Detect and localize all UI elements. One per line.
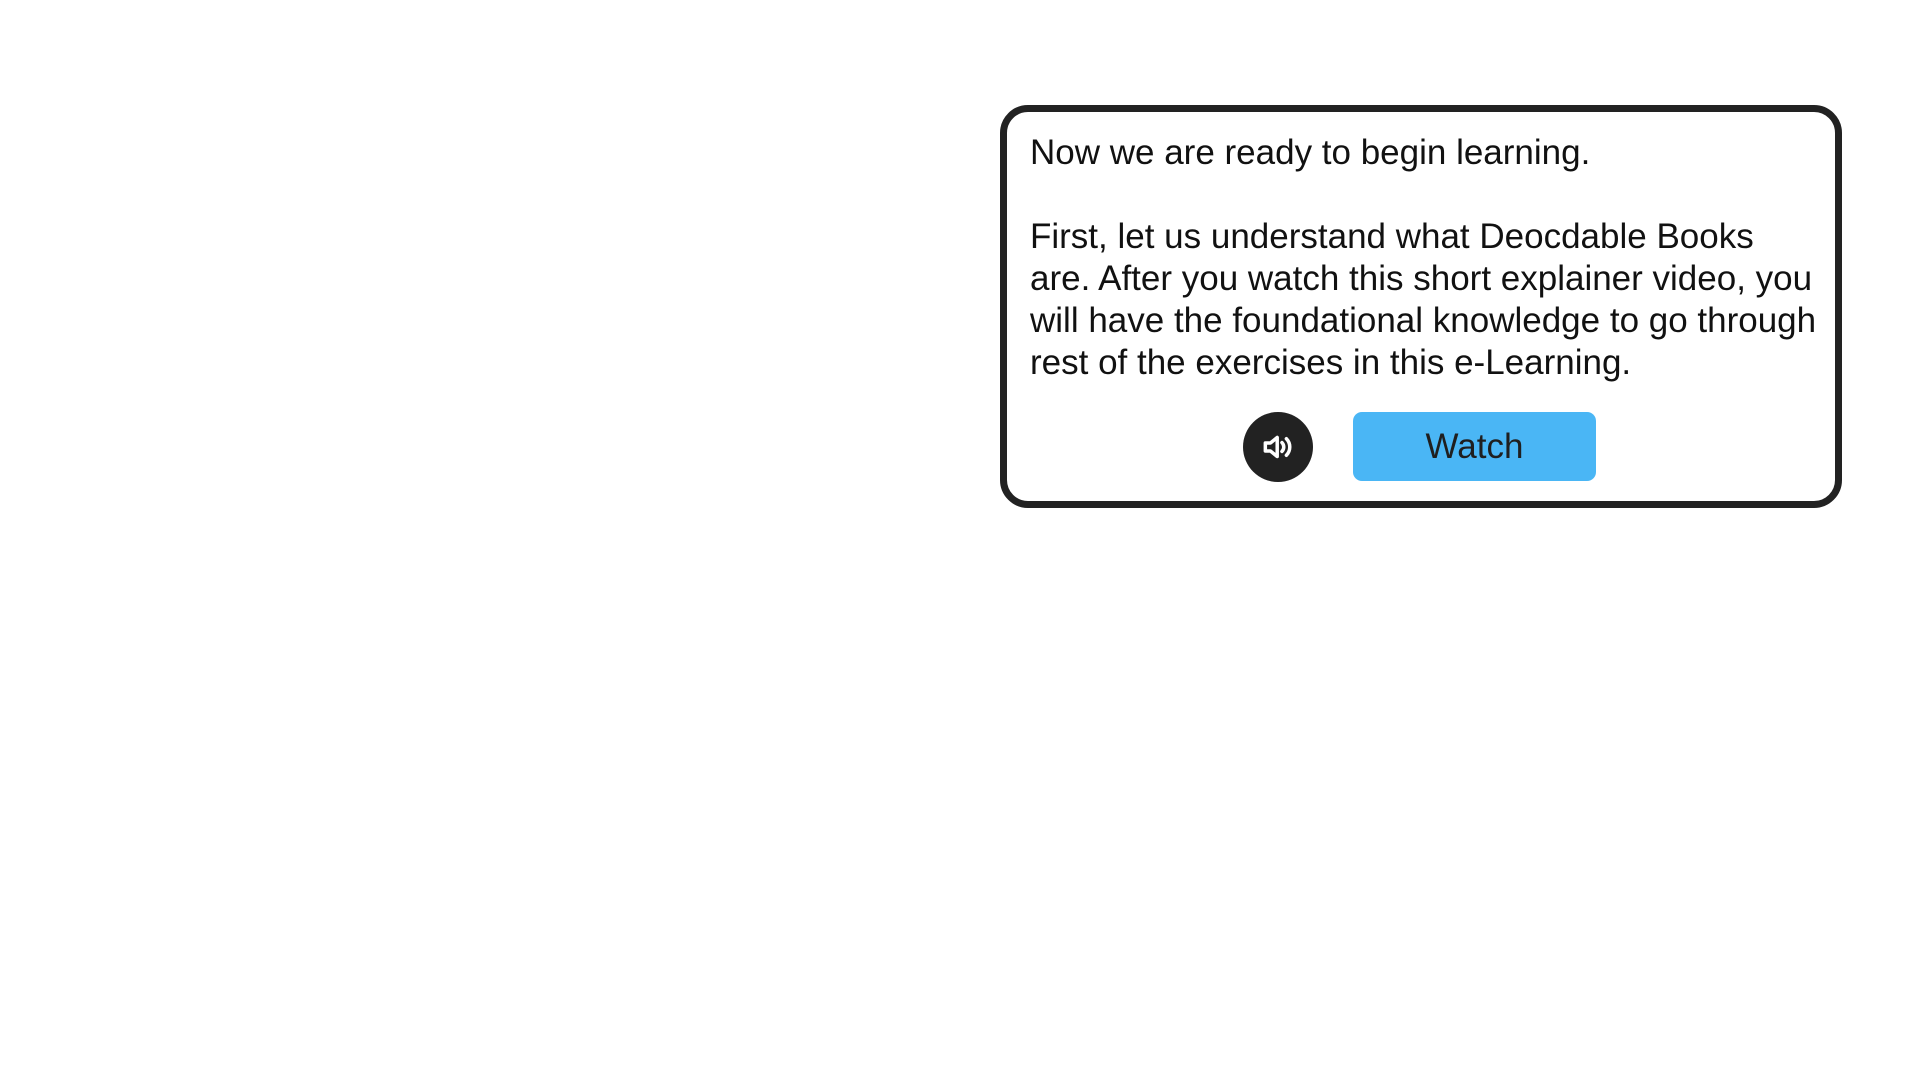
stage: Now we are ready to begin learning. Firs…: [0, 0, 1920, 1080]
speaker-icon: [1263, 435, 1292, 459]
explainer-text: First, let us understand what Deocdable …: [1030, 217, 1817, 382]
dialog-message: Now we are ready to begin learning. Firs…: [1030, 132, 1820, 384]
intro-text: Now we are ready to begin learning.: [1030, 133, 1591, 172]
audio-button[interactable]: [1243, 412, 1313, 482]
watch-button[interactable]: Watch: [1353, 412, 1596, 481]
instruction-dialog: Now we are ready to begin learning. Firs…: [1000, 105, 1842, 508]
